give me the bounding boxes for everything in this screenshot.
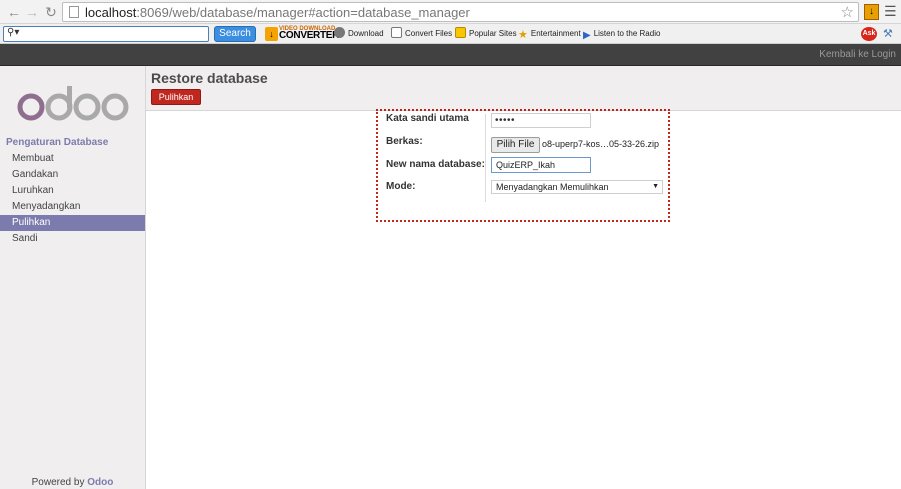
toolbar-convert-files[interactable]: Convert Files bbox=[391, 27, 452, 41]
search-icon: ⚲▾ bbox=[7, 27, 20, 38]
page-title: Restore database bbox=[151, 70, 268, 86]
odoo-topbar: Kembali ke Login bbox=[0, 44, 901, 66]
master-password-label: Kata sandi utama bbox=[386, 113, 469, 124]
powered-by: Powered by Odoo bbox=[0, 477, 145, 488]
toolbar-popular-label: Popular Sites bbox=[469, 29, 517, 38]
toolbar-popular-sites[interactable]: Popular Sites bbox=[455, 27, 517, 41]
sidebar-item-drop[interactable]: Luruhkan bbox=[0, 183, 145, 199]
powered-by-prefix: Powered by bbox=[31, 477, 88, 488]
sidebar: Pengaturan Database Membuat Gandakan Lur… bbox=[0, 66, 146, 489]
restore-form: Kata sandi utama ••••• Berkas: Pilih Fil… bbox=[376, 109, 670, 222]
sidebar-item-create[interactable]: Membuat bbox=[0, 151, 145, 167]
wrench-icon[interactable]: ⚒ bbox=[883, 27, 893, 40]
forward-arrow-icon[interactable]: → bbox=[23, 3, 41, 21]
new-db-name-label: New nama database: bbox=[386, 159, 485, 170]
master-password-input[interactable]: ••••• bbox=[491, 113, 591, 128]
page-icon bbox=[69, 6, 79, 18]
choose-file-button[interactable]: Pilih File bbox=[491, 137, 540, 153]
reload-icon[interactable]: ↻ bbox=[42, 3, 60, 21]
convert-files-icon bbox=[391, 27, 402, 38]
toolbar-search-button[interactable]: Search bbox=[214, 26, 256, 42]
sidebar-item-duplicate[interactable]: Gandakan bbox=[0, 167, 145, 183]
sidebar-menu: Membuat Gandakan Luruhkan Menyadangkan P… bbox=[0, 151, 145, 247]
toolbar-radio[interactable]: ▶ Listen to the Radio bbox=[583, 27, 660, 41]
browser-chrome: ← → ↻ localhost:8069/web/database/manage… bbox=[0, 0, 901, 24]
vdc-main-text: CONVERTER bbox=[279, 30, 340, 41]
file-label: Berkas: bbox=[386, 136, 423, 147]
url-text: localhost:8069/web/database/manager#acti… bbox=[85, 5, 470, 20]
video-download-converter-logo[interactable]: ↓ VIDEO DOWNLOAD CONVERTER bbox=[265, 26, 339, 42]
ask-icon[interactable]: Ask bbox=[861, 27, 877, 41]
toolbar-download[interactable]: Download bbox=[334, 27, 384, 41]
restore-button[interactable]: Pulihkan bbox=[151, 89, 201, 105]
mode-select-value: Menyadangkan Memulihkan bbox=[496, 182, 609, 192]
toolbar-radio-label: Listen to the Radio bbox=[593, 29, 661, 38]
bookmark-star-icon[interactable]: ☆ bbox=[841, 3, 854, 21]
toolbar-convert-label: Convert Files bbox=[405, 29, 453, 38]
toolbar-entertainment[interactable]: ★ Entertainment bbox=[518, 27, 581, 41]
sidebar-title: Pengaturan Database bbox=[6, 137, 109, 148]
search-toolbar: ⚲▾ Search ↓ VIDEO DOWNLOAD CONVERTER Dow… bbox=[0, 24, 901, 44]
download-extension-icon[interactable]: ↓ bbox=[864, 4, 879, 20]
dropdown-arrow-icon: ▼ bbox=[652, 183, 659, 190]
menu-icon[interactable]: ☰ bbox=[884, 3, 897, 20]
vdc-arrow-icon: ↓ bbox=[265, 27, 278, 41]
mode-select[interactable]: Menyadangkan Memulihkan ▼ bbox=[491, 180, 663, 194]
main-header: Restore database Pulihkan bbox=[146, 66, 901, 111]
mode-label: Mode: bbox=[386, 181, 416, 192]
new-db-name-input[interactable]: QuizERP_Ikah bbox=[491, 157, 591, 173]
toolbar-entertainment-label: Entertainment bbox=[530, 29, 581, 38]
powered-by-brand-link[interactable]: Odoo bbox=[87, 477, 113, 488]
sidebar-item-backup[interactable]: Menyadangkan bbox=[0, 199, 145, 215]
back-to-login-link[interactable]: Kembali ke Login bbox=[819, 49, 896, 60]
odoo-logo bbox=[17, 86, 129, 121]
sidebar-item-restore[interactable]: Pulihkan bbox=[0, 215, 145, 231]
url-host: localhost bbox=[85, 5, 137, 20]
form-divider bbox=[485, 114, 486, 202]
sidebar-item-password[interactable]: Sandi bbox=[0, 231, 145, 247]
toolbar-search-input[interactable]: ⚲▾ bbox=[3, 26, 209, 42]
play-icon: ▶ bbox=[583, 30, 591, 41]
selected-file-name: o8-uperp7-kos…05-33-26.zip bbox=[542, 139, 660, 149]
address-bar[interactable]: localhost:8069/web/database/manager#acti… bbox=[62, 2, 859, 22]
url-path: :8069/web/database/manager#action=databa… bbox=[136, 5, 470, 20]
download-icon bbox=[334, 27, 345, 38]
popular-sites-icon bbox=[455, 27, 466, 38]
back-arrow-icon[interactable]: ← bbox=[5, 3, 23, 21]
star-icon: ★ bbox=[518, 29, 528, 41]
toolbar-download-label: Download bbox=[348, 29, 384, 38]
